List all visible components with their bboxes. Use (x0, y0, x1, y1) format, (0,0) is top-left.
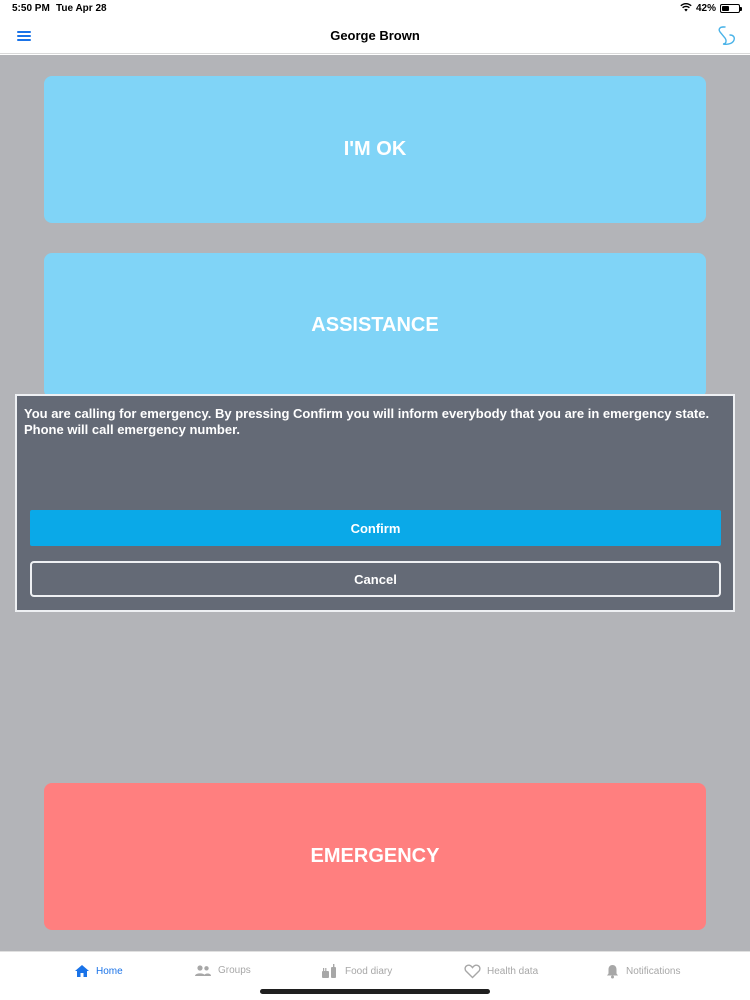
status-bar: 5:50 PM Tue Apr 28 42% (0, 0, 750, 18)
groups-icon (194, 964, 212, 977)
battery-percent: 42% (695, 3, 716, 14)
status-time: 5:50 PM (12, 3, 50, 14)
tab-health-data[interactable]: Health data (464, 964, 538, 979)
tab-notifications[interactable]: Notifications (605, 964, 680, 979)
status-right: 42% (680, 2, 742, 15)
tab-label-home: Home (96, 965, 123, 977)
battery-icon (720, 4, 742, 13)
tab-food-diary[interactable]: Food diary (321, 964, 392, 979)
navigation-bar: George Brown (0, 18, 750, 54)
tab-label-food-diary: Food diary (345, 966, 393, 977)
battery-fill (722, 6, 729, 11)
tab-label-groups: Groups (218, 965, 251, 976)
tab-home[interactable]: Home (74, 964, 123, 978)
status-date: Tue Apr 28 (56, 3, 107, 14)
im-ok-button[interactable]: I'M OK (44, 76, 706, 223)
home-indicator[interactable] (260, 989, 490, 994)
emergency-confirm-dialog: You are calling for emergency. By pressi… (15, 394, 735, 612)
confirm-button[interactable]: Confirm (30, 510, 721, 546)
bell-icon (605, 964, 620, 979)
home-icon (74, 964, 90, 978)
dialog-message: You are calling for emergency. By pressi… (24, 406, 710, 437)
page-title: George Brown (330, 28, 420, 43)
tab-label-health-data: Health data (487, 966, 539, 977)
heart-icon (464, 964, 481, 979)
cancel-button[interactable]: Cancel (30, 561, 721, 597)
tab-groups[interactable]: Groups (194, 964, 251, 977)
assistance-button[interactable]: ASSISTANCE (44, 253, 706, 398)
tab-label-notifications: Notifications (626, 966, 681, 977)
app-logo-icon[interactable] (714, 24, 738, 48)
emergency-button[interactable]: EMERGENCY (44, 783, 706, 930)
wifi-icon (680, 2, 692, 15)
food-diary-icon (321, 964, 339, 979)
